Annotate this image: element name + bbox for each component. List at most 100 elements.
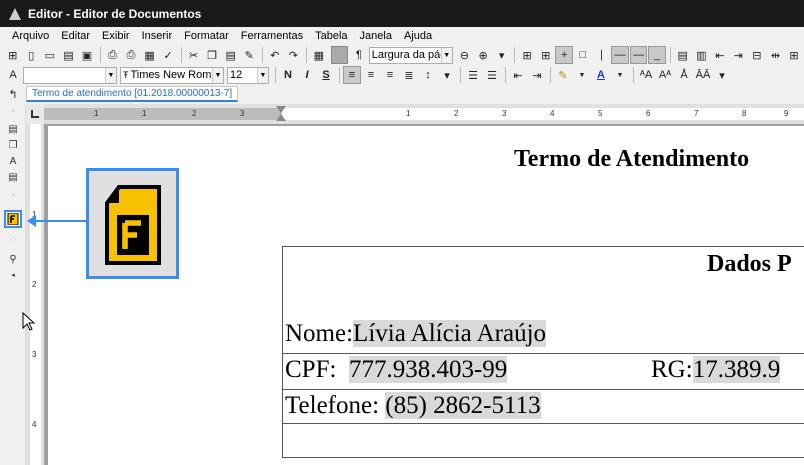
table-outer-border-icon[interactable]: □	[574, 46, 592, 64]
save-icon[interactable]: ▣	[78, 46, 96, 64]
table-grid-icon[interactable]: ⊞	[518, 46, 536, 64]
field-telefone[interactable]: Telefone: (85) 2862-5113	[285, 391, 541, 421]
italic-button[interactable]: I	[298, 66, 316, 84]
menu-janela[interactable]: Janela	[354, 30, 398, 42]
table-horizontal-line-icon[interactable]: —	[629, 46, 648, 64]
numbered-list-icon[interactable]: ☰	[483, 66, 501, 84]
mouse-cursor-icon	[22, 312, 36, 331]
vertical-ruler[interactable]: 1 2 3 4	[26, 124, 44, 465]
paste-icon[interactable]: ▤	[222, 46, 240, 64]
align-justify-icon[interactable]: ≣	[400, 66, 418, 84]
increase-indent-icon[interactable]: ⇥	[528, 66, 546, 84]
menu-editar[interactable]: Editar	[55, 30, 96, 42]
merge-cells-icon[interactable]: ⊞	[785, 46, 803, 64]
copy-icon[interactable]: ❐	[203, 46, 221, 64]
menu-formatar[interactable]: Formatar	[178, 30, 235, 42]
styles-icon[interactable]: A	[4, 66, 22, 84]
field-f-icon[interactable]	[4, 210, 22, 228]
align-center-icon[interactable]: ≡	[362, 66, 380, 84]
table-borders-icon[interactable]: ⊞	[537, 46, 555, 64]
strikethrough-button[interactable]: S	[317, 66, 335, 84]
toolbar-more-icon[interactable]: ▾	[438, 66, 456, 84]
delete-column-icon[interactable]: ⊟	[748, 46, 766, 64]
font-select[interactable]: Ŧ Times New Roma ▼	[120, 66, 224, 84]
zoom-select[interactable]: Largura da págir ▼	[368, 46, 453, 64]
decrease-indent-icon[interactable]: ⇤	[509, 66, 527, 84]
font-color-icon[interactable]: A	[592, 66, 610, 84]
toolbar-more-icon[interactable]: ◂	[5, 268, 21, 282]
toolbar-more-icon[interactable]: ▾	[493, 46, 511, 64]
zoom-in-icon[interactable]: ⊕	[474, 46, 492, 64]
align-right-icon[interactable]: ≡	[381, 66, 399, 84]
field-rg-label: RG:	[651, 356, 693, 383]
menu-ajuda[interactable]: Ajuda	[398, 30, 438, 42]
bold-button[interactable]: N	[279, 66, 297, 84]
toolbar-more-icon[interactable]: ▾	[713, 66, 731, 84]
copy-template-icon[interactable]: ❐	[5, 138, 21, 152]
new-document-icon[interactable]: ▯	[23, 46, 41, 64]
table-vertical-line-icon[interactable]: |	[593, 46, 611, 64]
toolbar-separator	[339, 67, 340, 83]
print-icon[interactable]: ⎙	[104, 46, 122, 64]
new-from-template-icon[interactable]: ⊞	[4, 46, 22, 64]
template-icon[interactable]: ▤	[5, 122, 21, 136]
menu-tabela[interactable]: Tabela	[309, 30, 353, 42]
open-recent-icon[interactable]: ▤	[60, 46, 78, 64]
font-size-select[interactable]: 12 ▼	[227, 66, 269, 84]
style-select[interactable]: ▼	[23, 66, 117, 84]
table-bottom-border-icon[interactable]: _	[648, 46, 666, 64]
chevron-down-icon[interactable]: ▼	[212, 67, 223, 83]
char-spacing-icon[interactable]: ĀĀ	[694, 66, 712, 84]
font-style-icon[interactable]: A	[5, 154, 21, 168]
app-icon	[8, 7, 22, 21]
menu-inserir[interactable]: Inserir	[136, 30, 179, 42]
field-rg[interactable]: RG:17.389.9	[651, 355, 781, 385]
list-document-icon[interactable]: ▤	[5, 170, 21, 184]
redo-icon[interactable]: ↷	[285, 46, 303, 64]
preview-icon[interactable]: ▦	[141, 46, 159, 64]
zoom-out-icon[interactable]: ⊖	[456, 46, 474, 64]
cut-icon[interactable]: ✂	[185, 46, 203, 64]
chevron-down-icon[interactable]: ▼	[105, 67, 116, 83]
highlight-color-icon[interactable]: ✎	[554, 66, 572, 84]
line-spacing-icon[interactable]: ↕	[419, 66, 437, 84]
text-direction-icon[interactable]: ↰	[4, 85, 22, 103]
split-cells-icon[interactable]: ⇹	[767, 46, 785, 64]
menu-arquivo[interactable]: Arquivo	[6, 30, 55, 42]
paint-brush-icon[interactable]: ⚲	[5, 252, 21, 266]
toolbar-separator	[633, 67, 634, 83]
open-folder-icon[interactable]: ▭	[41, 46, 59, 64]
undo-icon[interactable]: ↶	[266, 46, 284, 64]
chevron-down-icon[interactable]: ▼	[573, 66, 591, 84]
font-effects-icon[interactable]: Å	[675, 66, 693, 84]
chevron-down-icon[interactable]: ▼	[257, 67, 268, 83]
table-inner-borders-icon[interactable]: +	[555, 46, 574, 64]
insert-column-left-icon[interactable]: ⇤	[711, 46, 729, 64]
first-line-indent-marker[interactable]	[276, 106, 286, 113]
menu-exibir[interactable]: Exibir	[96, 30, 136, 42]
grow-font-icon[interactable]: ᴬA	[637, 66, 655, 84]
insert-column-right-icon[interactable]: ⇥	[730, 46, 748, 64]
horizontal-ruler[interactable]: 1 1 2 3 4 5 6 7 8 9 1 2 3	[44, 104, 804, 124]
pilcrow-icon[interactable]: ¶	[350, 46, 368, 64]
bullet-list-icon[interactable]: ☰	[464, 66, 482, 84]
left-indent-marker[interactable]	[276, 114, 286, 121]
insert-table-icon[interactable]: ▦	[310, 46, 328, 64]
insert-row-below-icon[interactable]: ▥	[693, 46, 711, 64]
tab-stop-selector[interactable]	[26, 104, 44, 124]
document-tab[interactable]: Termo de atendimento [01.2018.00000013-7…	[26, 86, 239, 102]
align-left-icon[interactable]: ≡	[343, 66, 361, 84]
spellcheck-icon[interactable]: ✓	[159, 46, 177, 64]
format-paintbrush-icon[interactable]: ✎	[241, 46, 259, 64]
ruler-text-area	[30, 124, 41, 465]
table-top-border-icon[interactable]: —	[611, 46, 629, 64]
color-swatch[interactable]	[330, 46, 349, 64]
print-preview-icon[interactable]: ⎙	[122, 46, 140, 64]
menu-ferramentas[interactable]: Ferramentas	[235, 30, 309, 42]
shrink-font-icon[interactable]: Aᴬ	[656, 66, 674, 84]
field-cpf[interactable]: CPF: 777.938.403-99	[285, 355, 508, 385]
field-name[interactable]: Nome:Lívia Alícia Araújo	[285, 319, 547, 349]
insert-row-above-icon[interactable]: ▤	[674, 46, 692, 64]
chevron-down-icon[interactable]: ▼	[440, 47, 452, 63]
chevron-down-icon[interactable]: ▼	[611, 66, 629, 84]
